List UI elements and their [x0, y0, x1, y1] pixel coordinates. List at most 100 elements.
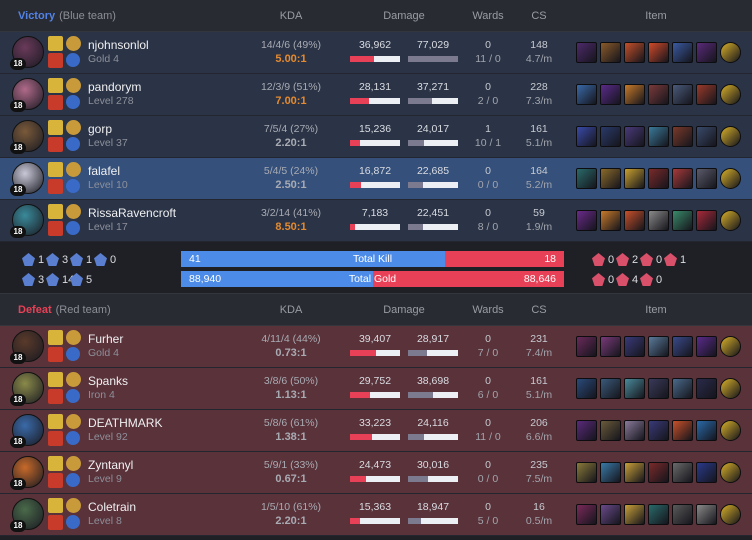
- keystone-rune-icon[interactable]: [66, 414, 81, 429]
- summoner-name[interactable]: njohnsonlol: [88, 38, 149, 52]
- item-icon[interactable]: [696, 378, 717, 399]
- item-icon[interactable]: [624, 420, 645, 441]
- item-icon[interactable]: [696, 420, 717, 441]
- item-icon[interactable]: [648, 336, 669, 357]
- item-icon[interactable]: [600, 168, 621, 189]
- summoner-spell-flash-icon[interactable]: [48, 414, 63, 429]
- summoner-spell-icon[interactable]: [48, 179, 63, 194]
- player-row[interactable]: 18 falafel Level 10 5/4/5 (24%) 2.50:1 16,872…: [0, 158, 752, 200]
- item-icon[interactable]: [600, 420, 621, 441]
- keystone-rune-icon[interactable]: [66, 498, 81, 513]
- summoner-spell-icon[interactable]: [48, 53, 63, 68]
- trinket-item-icon[interactable]: [720, 336, 741, 357]
- item-icon[interactable]: [576, 504, 597, 525]
- summoner-name[interactable]: gorp: [88, 122, 112, 136]
- summoner-name[interactable]: Spanks: [88, 374, 128, 388]
- item-icon[interactable]: [672, 84, 693, 105]
- summoner-spell-flash-icon[interactable]: [48, 456, 63, 471]
- item-icon[interactable]: [624, 126, 645, 147]
- item-icon[interactable]: [672, 504, 693, 525]
- keystone-rune-icon[interactable]: [66, 78, 81, 93]
- item-icon[interactable]: [600, 126, 621, 147]
- summoner-spell-icon[interactable]: [48, 221, 63, 236]
- item-icon[interactable]: [624, 42, 645, 63]
- item-icon[interactable]: [696, 84, 717, 105]
- trinket-item-icon[interactable]: [720, 210, 741, 231]
- item-icon[interactable]: [600, 84, 621, 105]
- summoner-spell-flash-icon[interactable]: [48, 372, 63, 387]
- summoner-name[interactable]: DEATHMARK: [88, 416, 162, 430]
- item-icon[interactable]: [600, 504, 621, 525]
- item-icon[interactable]: [624, 210, 645, 231]
- player-row[interactable]: 18 Furher Gold 4 4/11/4 (44%) 0.73:1 39,407 28…: [0, 326, 752, 368]
- item-icon[interactable]: [648, 42, 669, 63]
- item-icon[interactable]: [576, 210, 597, 231]
- item-icon[interactable]: [624, 462, 645, 483]
- item-icon[interactable]: [672, 336, 693, 357]
- item-icon[interactable]: [624, 84, 645, 105]
- trinket-item-icon[interactable]: [720, 84, 741, 105]
- summoner-spell-icon[interactable]: [48, 347, 63, 362]
- item-icon[interactable]: [696, 126, 717, 147]
- secondary-rune-icon[interactable]: [66, 221, 80, 235]
- item-icon[interactable]: [648, 378, 669, 399]
- summoner-spell-icon[interactable]: [48, 473, 63, 488]
- item-icon[interactable]: [576, 42, 597, 63]
- item-icon[interactable]: [696, 336, 717, 357]
- item-icon[interactable]: [672, 420, 693, 441]
- secondary-rune-icon[interactable]: [66, 431, 80, 445]
- item-icon[interactable]: [576, 420, 597, 441]
- keystone-rune-icon[interactable]: [66, 456, 81, 471]
- secondary-rune-icon[interactable]: [66, 95, 80, 109]
- summoner-spell-icon[interactable]: [48, 389, 63, 404]
- keystone-rune-icon[interactable]: [66, 204, 81, 219]
- secondary-rune-icon[interactable]: [66, 515, 80, 529]
- item-icon[interactable]: [648, 126, 669, 147]
- item-icon[interactable]: [576, 126, 597, 147]
- item-icon[interactable]: [576, 336, 597, 357]
- summoner-name[interactable]: RissaRavencroft: [88, 206, 176, 220]
- item-icon[interactable]: [672, 42, 693, 63]
- summoner-name[interactable]: Zyntanyl: [88, 458, 133, 472]
- keystone-rune-icon[interactable]: [66, 120, 81, 135]
- item-icon[interactable]: [696, 168, 717, 189]
- summoner-name[interactable]: pandorym: [88, 80, 141, 94]
- item-icon[interactable]: [648, 210, 669, 231]
- item-icon[interactable]: [672, 378, 693, 399]
- summoner-spell-icon[interactable]: [48, 137, 63, 152]
- item-icon[interactable]: [648, 420, 669, 441]
- trinket-item-icon[interactable]: [720, 168, 741, 189]
- item-icon[interactable]: [600, 210, 621, 231]
- trinket-item-icon[interactable]: [720, 504, 741, 525]
- summoner-spell-flash-icon[interactable]: [48, 36, 63, 51]
- summoner-spell-icon[interactable]: [48, 515, 63, 530]
- item-icon[interactable]: [600, 336, 621, 357]
- summoner-spell-flash-icon[interactable]: [48, 120, 63, 135]
- item-icon[interactable]: [624, 504, 645, 525]
- summoner-name[interactable]: Furher: [88, 332, 123, 346]
- summoner-spell-icon[interactable]: [48, 95, 63, 110]
- item-icon[interactable]: [648, 84, 669, 105]
- keystone-rune-icon[interactable]: [66, 36, 81, 51]
- item-icon[interactable]: [624, 336, 645, 357]
- summoner-spell-icon[interactable]: [48, 431, 63, 446]
- item-icon[interactable]: [672, 210, 693, 231]
- summoner-name[interactable]: Coletrain: [88, 500, 136, 514]
- item-icon[interactable]: [672, 462, 693, 483]
- trinket-item-icon[interactable]: [720, 42, 741, 63]
- summoner-spell-flash-icon[interactable]: [48, 78, 63, 93]
- item-icon[interactable]: [672, 168, 693, 189]
- item-icon[interactable]: [696, 504, 717, 525]
- trinket-item-icon[interactable]: [720, 462, 741, 483]
- secondary-rune-icon[interactable]: [66, 53, 80, 67]
- player-row[interactable]: 18 Zyntanyl Level 9 5/9/1 (33%) 0.67:1 24,473…: [0, 452, 752, 494]
- item-icon[interactable]: [624, 378, 645, 399]
- item-icon[interactable]: [648, 168, 669, 189]
- trinket-item-icon[interactable]: [720, 126, 741, 147]
- summoner-spell-flash-icon[interactable]: [48, 330, 63, 345]
- trinket-item-icon[interactable]: [720, 378, 741, 399]
- summoner-name[interactable]: falafel: [88, 164, 120, 178]
- secondary-rune-icon[interactable]: [66, 347, 80, 361]
- player-row[interactable]: 18 Coletrain Level 8 1/5/10 (61%) 2.20:1 15,3…: [0, 494, 752, 536]
- item-icon[interactable]: [648, 504, 669, 525]
